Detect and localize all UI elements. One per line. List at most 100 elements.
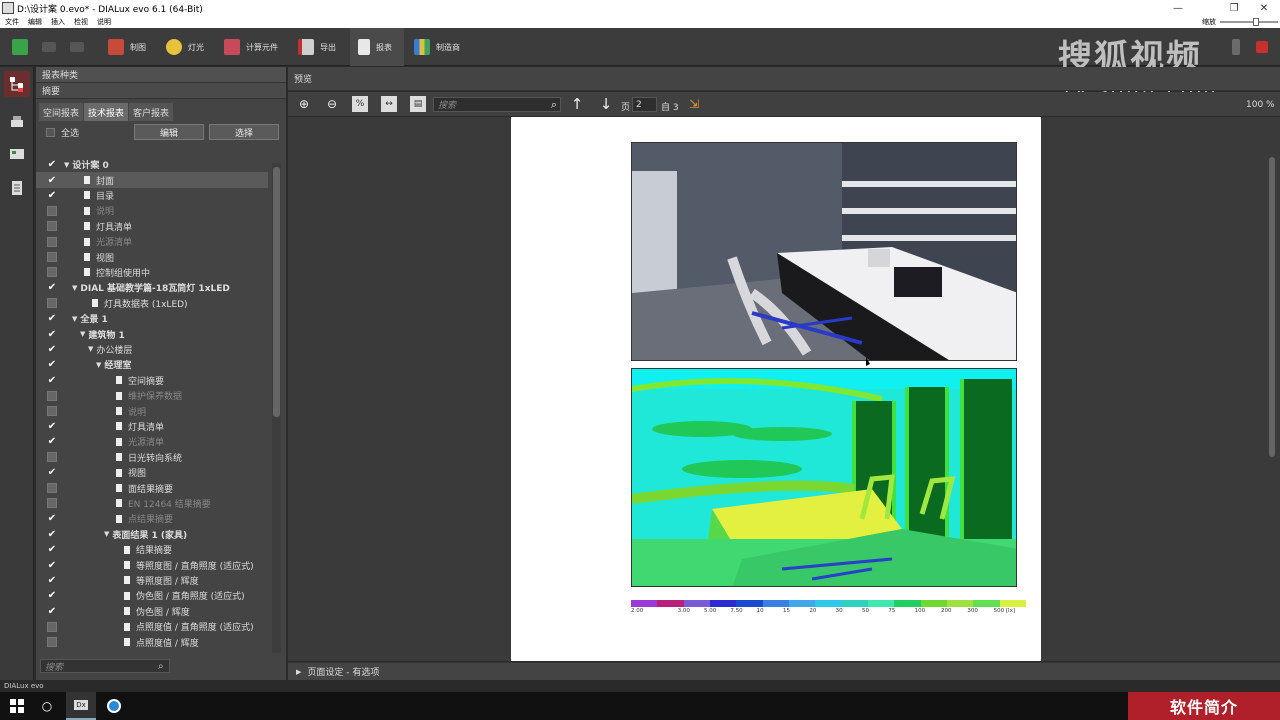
toolbar-light[interactable]: 灯光 (166, 28, 204, 66)
minimize-button[interactable]: — (1164, 0, 1192, 16)
page-mode[interactable] (4, 175, 30, 201)
fit-percent-icon[interactable]: % (352, 96, 368, 112)
dialux-task-icon[interactable]: Dx (66, 692, 96, 720)
toolbar-drawing[interactable]: 制图 (108, 28, 146, 66)
checkbox-unchecked[interactable] (47, 498, 57, 509)
tree-item[interactable]: 灯具清单 (36, 219, 268, 234)
checkbox-checked[interactable]: ✔ (47, 606, 57, 617)
checkbox-checked[interactable]: ✔ (47, 544, 57, 555)
menu-insert[interactable]: 插入 (51, 17, 65, 27)
checkbox-checked[interactable]: ✔ (47, 529, 57, 540)
menu-edit[interactable]: 编辑 (28, 17, 42, 27)
tree-item[interactable]: 视图 (36, 249, 268, 264)
tree-item[interactable]: 说明 (36, 403, 268, 418)
checkbox-checked[interactable]: ✔ (47, 313, 57, 324)
menu-help[interactable]: 说明 (97, 17, 111, 27)
edit-button[interactable]: 编辑 (134, 124, 204, 140)
checkbox-unchecked[interactable] (47, 267, 57, 278)
toolbar-red-button[interactable] (1256, 28, 1274, 66)
export-page-icon[interactable]: ⇲ (686, 96, 702, 112)
previous-page-arrow-icon[interactable]: ↑ (569, 95, 585, 113)
tab-technical-reports[interactable]: 技术报表 (84, 103, 129, 121)
toolbar-manufacturer[interactable]: 制造商 (414, 28, 460, 66)
report-types-mode[interactable] (4, 71, 30, 97)
checkbox-unchecked[interactable] (47, 637, 57, 648)
tree-item[interactable]: ✔ ▼ 建筑物 1 (36, 326, 268, 341)
tree-item[interactable]: ✔ 伪色图 / 辉度 (36, 604, 268, 619)
tree-item[interactable]: ✔ 光源清单 (36, 434, 268, 449)
tree-item[interactable]: ✔ 等照度图 / 辉度 (36, 573, 268, 588)
expand-arrow-icon[interactable]: ▼ (104, 530, 109, 538)
checkbox-unchecked[interactable] (47, 298, 57, 309)
expand-arrow-icon[interactable]: ▼ (72, 315, 77, 323)
select-button[interactable]: 选择 (209, 124, 279, 140)
menu-file[interactable]: 文件 (5, 17, 19, 27)
preview-scrollbar-thumb[interactable] (1269, 157, 1275, 457)
checkbox-checked[interactable]: ✔ (47, 159, 57, 170)
checkbox-checked[interactable]: ✔ (47, 329, 57, 340)
redo-button[interactable] (70, 28, 90, 66)
preview-scrollbar[interactable] (1267, 117, 1277, 661)
checkbox-unchecked[interactable] (47, 483, 57, 494)
tree-item[interactable]: ✔ ▼ 设计案 0 (36, 157, 268, 172)
tree-item[interactable]: ✔ 结果摘要 (36, 542, 268, 557)
tree-item[interactable]: 维护保养数据 (36, 388, 268, 403)
undo-button[interactable] (42, 28, 62, 66)
tree-item[interactable]: ✔ 目录 (36, 188, 268, 203)
checkbox-checked[interactable]: ✔ (47, 190, 57, 201)
tree-item[interactable]: EN 12464 结果摘要 (36, 496, 268, 511)
save-button[interactable] (12, 28, 34, 66)
tree-item[interactable]: ✔ ▼ DIAL 基础教学篇-18瓦筒灯 1xLED (36, 280, 268, 295)
toolbar-calc-objects[interactable]: 计算元件 (224, 28, 278, 66)
tree-item[interactable]: ✔ 封面 (36, 172, 268, 188)
toolbar-export[interactable]: 导出 (298, 28, 336, 66)
checkbox-unchecked[interactable] (47, 221, 57, 232)
start-button[interactable] (6, 692, 28, 720)
expand-arrow-icon[interactable]: ▼ (64, 161, 69, 169)
tab-client-reports[interactable]: 客户报表 (129, 103, 174, 121)
fit-width-icon[interactable]: ↔ (381, 96, 397, 112)
checkbox-checked[interactable]: ✔ (47, 175, 57, 186)
page-number-input[interactable]: 2 (632, 97, 657, 112)
expand-arrow-icon[interactable]: ▶ (296, 668, 301, 676)
preview-search-input[interactable]: 搜索 (433, 97, 561, 112)
tree-item[interactable]: 点照度值 / 辉度 (36, 634, 268, 649)
expand-arrow-icon[interactable]: ▼ (96, 361, 101, 369)
tree-item[interactable]: 日光转向系统 (36, 450, 268, 465)
tree-item[interactable]: 面结果摘要 (36, 480, 268, 495)
checkbox-checked[interactable]: ✔ (47, 359, 57, 370)
tree-scrollbar-thumb[interactable] (273, 167, 280, 417)
preview-search-icon[interactable]: ⌕ (546, 97, 562, 113)
next-page-arrow-icon[interactable]: ↓ (598, 95, 614, 113)
tree-item[interactable]: ✔ 灯具清单 (36, 419, 268, 434)
checkbox-checked[interactable]: ✔ (47, 282, 57, 293)
fit-page-icon[interactable]: ▤ (410, 96, 426, 112)
panel-search-input[interactable]: 搜索 (40, 659, 170, 673)
checkbox-checked[interactable]: ✔ (47, 560, 57, 571)
expand-arrow-icon[interactable]: ▼ (88, 345, 93, 353)
checkbox-unchecked[interactable] (47, 205, 57, 216)
tree-item[interactable]: ✔ 等照度图 / 直角照度 (适应式) (36, 557, 268, 572)
tree-item[interactable]: ✔ 点结果摘要 (36, 511, 268, 526)
expand-arrow-icon[interactable]: ▼ (80, 330, 85, 338)
zoom-slider[interactable] (1220, 21, 1278, 23)
summary-section[interactable]: 摘要 (36, 83, 286, 99)
expand-arrow-icon[interactable]: ▼ (72, 284, 77, 292)
tree-item[interactable]: 灯具数据表 (1xLED) (36, 296, 268, 311)
checkbox-unchecked[interactable] (47, 252, 57, 263)
tree-item[interactable]: 控制组使用中 (36, 265, 268, 280)
close-button[interactable]: ✕ (1250, 0, 1278, 16)
toolbar-report[interactable]: 报表 (350, 28, 404, 66)
tree-item[interactable]: ✔ ▼ 经理室 (36, 357, 268, 372)
checkbox-unchecked[interactable] (47, 452, 57, 463)
tree-item[interactable]: 说明 (36, 203, 268, 218)
checkbox-checked[interactable]: ✔ (47, 575, 57, 586)
tab-space-reports[interactable]: 空间报表 (39, 103, 84, 121)
tree-item[interactable]: ✔ ▼ 全景 1 (36, 311, 268, 326)
checkbox-unchecked[interactable] (47, 390, 57, 401)
tree-item[interactable]: ✔ 空间摘要 (36, 373, 268, 388)
select-all-checkbox[interactable] (46, 127, 55, 137)
checkbox-unchecked[interactable] (47, 406, 57, 417)
toolbar-extra-button[interactable] (1232, 28, 1246, 66)
checkbox-checked[interactable]: ✔ (47, 421, 57, 432)
